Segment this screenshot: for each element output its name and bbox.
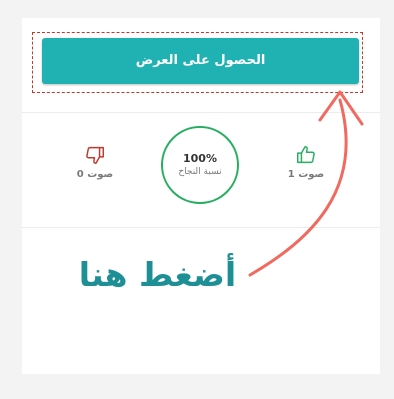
thumbs-down-icon xyxy=(86,146,104,164)
click-here-annotation: أضغط هنا xyxy=(78,255,237,294)
dislike-vote[interactable]: 0 صوت xyxy=(65,144,125,180)
success-label: نسبة النجاح xyxy=(178,167,222,177)
success-rate-circle: 100% نسبة النجاح xyxy=(161,126,239,204)
success-percent: 100% xyxy=(183,152,217,165)
dislike-count: 0 صوت xyxy=(76,169,114,180)
get-offer-button[interactable]: الحصول على العرض xyxy=(42,38,359,84)
curved-arrow-icon xyxy=(248,90,364,277)
